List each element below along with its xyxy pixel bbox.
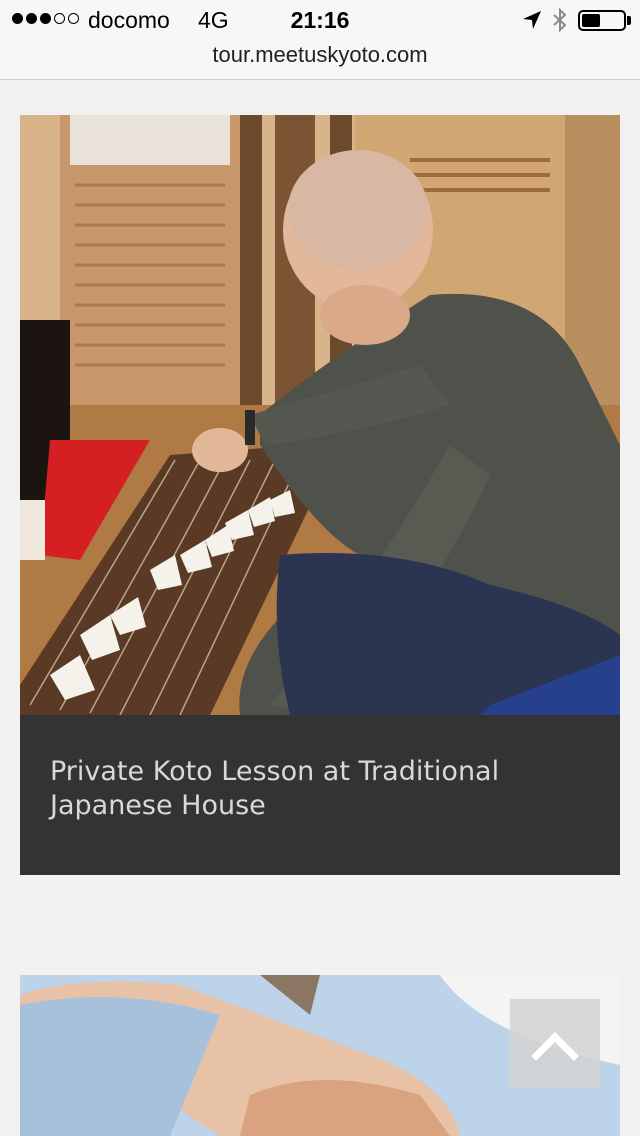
battery-level-fill [582,14,600,27]
koto-lesson-photo[interactable] [20,115,620,715]
location-arrow-icon [523,11,541,29]
browser-url-bar[interactable]: tour.meetuskyoto.com [0,40,640,80]
status-bar: docomo 4G 21:16 [0,0,640,40]
tour-card[interactable]: Private Koto Lesson at Traditional Japan… [20,115,620,875]
battery-tip [627,16,631,25]
koto-player-photo [20,115,620,715]
chevron-up-icon [531,1032,579,1061]
card-caption[interactable]: Private Koto Lesson at Traditional Japan… [20,715,620,875]
battery-icon [578,10,626,31]
bluetooth-icon [553,8,567,32]
back-to-top-button[interactable] [510,999,600,1089]
card-title[interactable]: Private Koto Lesson at Traditional Japan… [50,755,590,823]
url-text: tour.meetuskyoto.com [212,42,428,67]
status-time: 21:16 [290,7,350,33]
